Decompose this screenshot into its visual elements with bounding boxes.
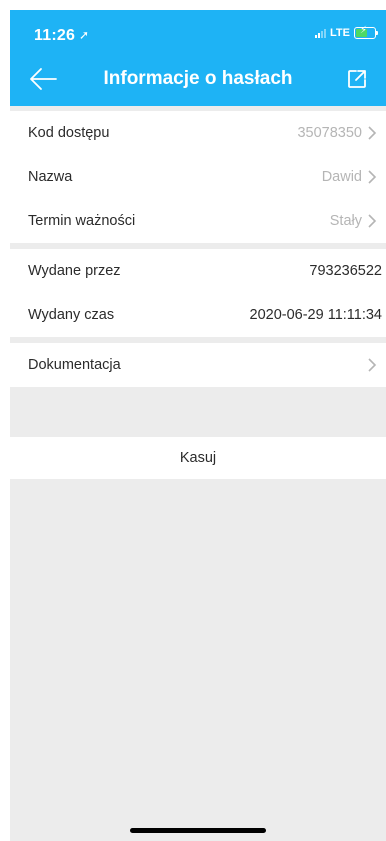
issued-time-row: Wydany czas 2020-06-29 11:11:34 — [10, 293, 386, 337]
row-label: Wydany czas — [28, 307, 115, 323]
status-time: 11:26 ➚ — [34, 27, 89, 45]
name-row[interactable]: Nazwa Dawid — [10, 155, 386, 199]
row-value: 793236522 — [309, 263, 382, 279]
network-label: LTE — [330, 27, 350, 39]
delete-button[interactable]: Kasuj — [10, 437, 386, 479]
row-label: Termin ważności — [28, 213, 136, 229]
details-group: Kod dostępu 35078350 Nazwa Dawid Termin … — [10, 111, 386, 243]
validity-row[interactable]: Termin ważności Stały — [10, 199, 386, 243]
nav-bar: Informacje o hasłach — [10, 54, 386, 106]
chevron-right-icon — [368, 170, 377, 184]
row-label: Nazwa — [28, 169, 73, 185]
page-title: Informacje o hasłach — [103, 68, 293, 89]
home-indicator[interactable] — [130, 828, 266, 833]
row-label: Wydane przez — [28, 263, 121, 279]
status-time-text: 11:26 — [34, 27, 76, 44]
chevron-right-icon — [368, 126, 377, 140]
documentation-row[interactable]: Dokumentacja — [10, 343, 386, 387]
row-value: 2020-06-29 11:11:34 — [249, 307, 383, 323]
status-bar: 11:26 ➚ LTE ⚡ — [10, 10, 386, 54]
row-value: Stały — [329, 213, 362, 229]
docs-group: Dokumentacja — [10, 343, 386, 387]
status-indicators: LTE ⚡ — [315, 25, 378, 39]
location-arrow-icon: ➚ — [79, 28, 90, 42]
chevron-right-icon — [368, 214, 377, 228]
access-code-row[interactable]: Kod dostępu 35078350 — [10, 111, 386, 155]
issued-by-row: Wydane przez 793236522 — [10, 249, 386, 293]
chevron-right-icon — [368, 358, 377, 372]
row-value: Dawid — [321, 169, 362, 185]
battery-icon: ⚡ — [354, 25, 378, 39]
row-label: Kod dostępu — [28, 125, 110, 141]
issue-info-group: Wydane przez 793236522 Wydany czas 2020-… — [10, 249, 386, 337]
row-value: 35078350 — [297, 125, 362, 141]
row-label: Dokumentacja — [28, 357, 121, 373]
app-screen: 11:26 ➚ LTE ⚡ Informacje o hasłach Kod d… — [10, 10, 386, 841]
top-bar: 11:26 ➚ LTE ⚡ Informacje o hasłach — [10, 10, 386, 106]
signal-icon — [315, 28, 327, 38]
share-icon[interactable] — [346, 68, 368, 90]
